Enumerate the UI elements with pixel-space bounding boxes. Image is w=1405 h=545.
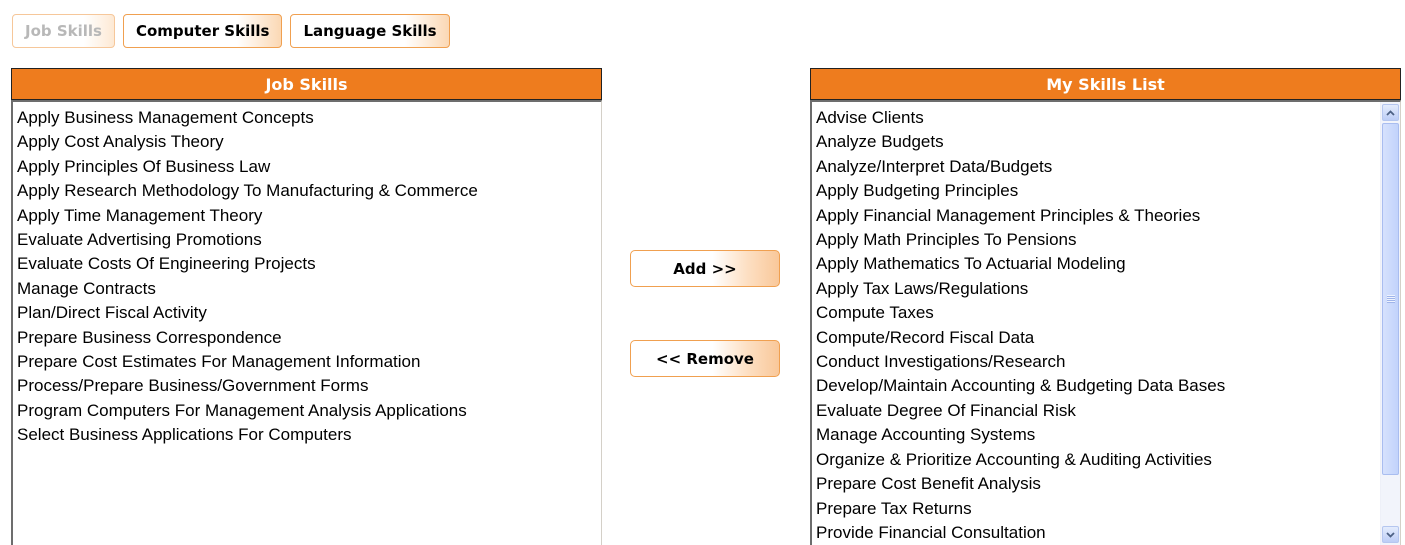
job-skills-header: Job Skills <box>11 68 602 100</box>
list-item[interactable]: Process/Prepare Business/Government Form… <box>17 374 601 398</box>
list-item[interactable]: Apply Financial Management Principles & … <box>816 204 1400 228</box>
list-item[interactable]: Apply Tax Laws/Regulations <box>816 277 1400 301</box>
tab-computer-skills[interactable]: Computer Skills <box>122 14 283 48</box>
chevron-down-icon[interactable] <box>1382 526 1399 543</box>
job-skills-list: Apply Business Management Concepts Apply… <box>13 102 601 448</box>
vertical-scrollbar[interactable] <box>1380 102 1400 545</box>
list-item[interactable]: Apply Business Management Concepts <box>17 106 601 130</box>
list-item[interactable]: Apply Research Methodology To Manufactur… <box>17 179 601 203</box>
tab-language-skills[interactable]: Language Skills <box>290 14 450 48</box>
chevron-down-glyph <box>1386 531 1395 538</box>
list-item[interactable]: Compute/Record Fiscal Data <box>816 326 1400 350</box>
list-item[interactable]: Organize & Prioritize Accounting & Audit… <box>816 448 1400 472</box>
list-item[interactable]: Prepare Cost Benefit Analysis <box>816 472 1400 496</box>
list-item[interactable]: Evaluate Costs Of Engineering Projects <box>17 252 601 276</box>
scroll-thumb[interactable] <box>1382 123 1399 475</box>
add-button[interactable]: Add >> <box>630 250 780 287</box>
list-item[interactable]: Conduct Investigations/Research <box>816 350 1400 374</box>
list-item[interactable]: Evaluate Advertising Promotions <box>17 228 601 252</box>
list-item[interactable]: Compute Taxes <box>816 301 1400 325</box>
remove-button[interactable]: << Remove <box>630 340 780 377</box>
my-skills-listbox[interactable]: Advise Clients Analyze Budgets Analyze/I… <box>810 100 1401 545</box>
list-item[interactable]: Evaluate Degree Of Financial Risk <box>816 399 1400 423</box>
list-item[interactable]: Apply Mathematics To Actuarial Modeling <box>816 252 1400 276</box>
list-item[interactable]: Manage Contracts <box>17 277 601 301</box>
my-skills-header: My Skills List <box>810 68 1401 100</box>
grip-icon <box>1387 295 1395 303</box>
list-item[interactable]: Apply Math Principles To Pensions <box>816 228 1400 252</box>
my-skills-list: Advise Clients Analyze Budgets Analyze/I… <box>812 102 1400 545</box>
list-item[interactable]: Apply Time Management Theory <box>17 204 601 228</box>
list-item[interactable]: Analyze Budgets <box>816 130 1400 154</box>
list-item[interactable]: Provide Financial Consultation <box>816 521 1400 545</box>
list-item[interactable]: Apply Budgeting Principles <box>816 179 1400 203</box>
list-item[interactable]: Advise Clients <box>816 106 1400 130</box>
list-item[interactable]: Analyze/Interpret Data/Budgets <box>816 155 1400 179</box>
my-skills-panel: My Skills List Advise Clients Analyze Bu… <box>810 68 1401 545</box>
skill-category-tabs: Job Skills Computer Skills Language Skil… <box>12 14 450 48</box>
list-item[interactable]: Prepare Cost Estimates For Management In… <box>17 350 601 374</box>
chevron-up-glyph <box>1386 109 1395 116</box>
skills-selector: Job Skills Computer Skills Language Skil… <box>0 0 1405 545</box>
list-item[interactable]: Prepare Tax Returns <box>816 497 1400 521</box>
list-item[interactable]: Apply Cost Analysis Theory <box>17 130 601 154</box>
chevron-up-icon[interactable] <box>1382 104 1399 121</box>
list-item[interactable]: Develop/Maintain Accounting & Budgeting … <box>816 374 1400 398</box>
job-skills-listbox[interactable]: Apply Business Management Concepts Apply… <box>11 100 602 545</box>
list-item[interactable]: Plan/Direct Fiscal Activity <box>17 301 601 325</box>
list-item[interactable]: Manage Accounting Systems <box>816 423 1400 447</box>
tab-job-skills[interactable]: Job Skills <box>12 14 115 48</box>
list-item[interactable]: Program Computers For Management Analysi… <box>17 399 601 423</box>
list-item[interactable]: Prepare Business Correspondence <box>17 326 601 350</box>
job-skills-panel: Job Skills Apply Business Management Con… <box>11 68 602 545</box>
list-item[interactable]: Select Business Applications For Compute… <box>17 423 601 447</box>
list-item[interactable]: Apply Principles Of Business Law <box>17 155 601 179</box>
